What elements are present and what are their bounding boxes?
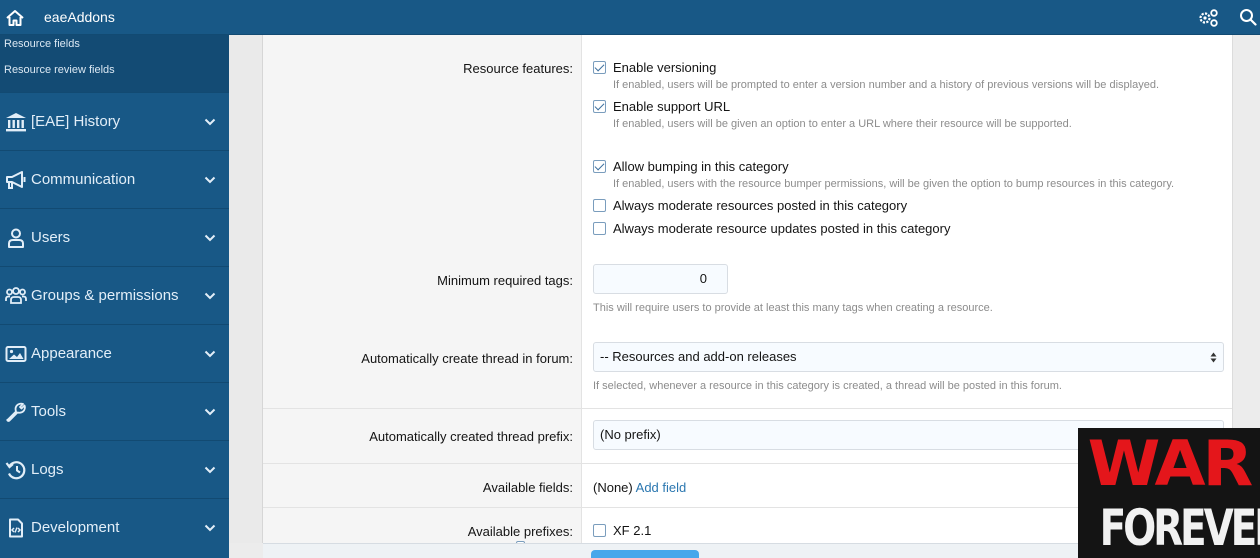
chevron-down-icon[interactable] [204,349,216,359]
user-icon [8,228,24,248]
add-field-link[interactable]: Add field [636,480,687,495]
sidebar-item-groups-permissions[interactable]: Groups & permissions [0,266,229,324]
enable-versioning-label[interactable]: Enable versioning [613,60,716,75]
history-icon [5,461,26,480]
available-prefixes-label: Available prefixes: [467,524,573,539]
image-icon [5,346,27,362]
sidebar-item-label: Users [31,229,71,246]
row-divider [263,408,1232,409]
home-icon[interactable] [5,8,25,28]
available-fields-value: (None) Add field [593,480,686,495]
select-arrows-icon [1210,352,1217,363]
prefix-xf21-label[interactable]: XF 2.1 [613,523,651,538]
chevron-down-icon[interactable] [204,465,216,475]
thread-prefix-label: Automatically created thread prefix: [369,429,573,444]
watermark-line-2: FOREVER [1099,499,1260,557]
search-icon[interactable] [1239,8,1257,26]
bank-icon [6,113,26,132]
megaphone-icon [6,171,26,189]
min-tags-label: Minimum required tags: [437,273,573,288]
chevron-down-icon[interactable] [204,117,216,127]
chevron-down-icon[interactable] [204,407,216,417]
chevron-down-icon[interactable] [204,291,216,301]
gear-icon[interactable] [1198,8,1220,28]
sidebar-item-label: Groups & permissions [31,287,179,304]
content-gutter [229,35,263,543]
enable-support-url-label[interactable]: Enable support URL [613,99,730,114]
thread-forum-select[interactable]: -- Resources and add-on releases [593,342,1224,372]
resource-features-label: Resource features: [463,61,573,76]
top-bar: eaeAddons [0,0,1260,35]
sidebar-item-logs[interactable]: Logs [0,440,229,498]
min-tags-hint: This will require users to provide at le… [593,302,993,314]
chevron-down-icon[interactable] [204,175,216,185]
available-fields-label: Available fields: [482,480,573,495]
thread-prefix-selected: (No prefix) [600,427,661,442]
sidebar-item-users[interactable]: Users [0,208,229,266]
sidebar-item-label: Appearance [31,345,112,362]
sidebar-item-tools[interactable]: Tools [0,382,229,440]
prefix-xf21-checkbox[interactable] [593,524,606,537]
sidebar: Resource fields Resource review fields [… [0,35,229,558]
chevron-down-icon[interactable] [204,523,216,533]
subnav-item-resource-fields[interactable]: Resource fields [0,37,229,63]
enable-versioning-hint: If enabled, users will be prompted to en… [613,79,1160,91]
code-file-icon [9,518,23,538]
min-tags-input[interactable]: 0 [593,264,728,294]
sidebar-item-label: Logs [31,461,64,478]
users-icon [5,287,27,304]
subnav-item-resource-review-fields[interactable]: Resource review fields [0,63,229,89]
watermark-line-1: WAR [1087,428,1254,501]
thread-forum-label: Automatically create thread in forum: [361,351,573,366]
moderate-updates-label[interactable]: Always moderate resource updates posted … [613,221,950,236]
sidebar-item-eae-history[interactable]: [EAE] History [0,92,229,150]
thread-forum-hint: If selected, whenever a resource in this… [593,380,1062,392]
sidebar-item-label: Communication [31,171,136,188]
allow-bumping-label[interactable]: Allow bumping in this category [613,159,789,174]
sidebar-item-label: Tools [31,403,67,420]
war-forever-watermark: WAR FOREVER [1078,428,1260,558]
sidebar-subnav: Resource fields Resource review fields [0,35,229,92]
chevron-down-icon[interactable] [204,233,216,243]
enable-versioning-checkbox[interactable] [593,61,606,74]
thread-forum-selected: -- Resources and add-on releases [600,349,797,364]
available-fields-none: (None) [593,480,633,495]
sidebar-item-communication[interactable]: Communication [0,150,229,208]
save-button[interactable] [591,550,699,558]
wrench-icon [6,402,26,422]
sidebar-item-appearance[interactable]: Appearance [0,324,229,382]
allow-bumping-hint: If enabled, users with the resource bump… [613,178,1175,190]
allow-bumping-checkbox[interactable] [593,160,606,173]
moderate-resources-checkbox[interactable] [593,199,606,212]
enable-support-url-checkbox[interactable] [593,100,606,113]
sidebar-item-label: Development [31,519,120,536]
moderate-updates-checkbox[interactable] [593,222,606,235]
sidebar-item-label: [EAE] History [31,113,121,130]
moderate-resources-label[interactable]: Always moderate resources posted in this… [613,198,907,213]
app-title[interactable]: eaeAddons [44,9,115,25]
label-column [263,35,582,543]
sidebar-item-development[interactable]: Development [0,498,229,556]
enable-support-url-hint: If enabled, users will be given an optio… [613,118,1072,130]
